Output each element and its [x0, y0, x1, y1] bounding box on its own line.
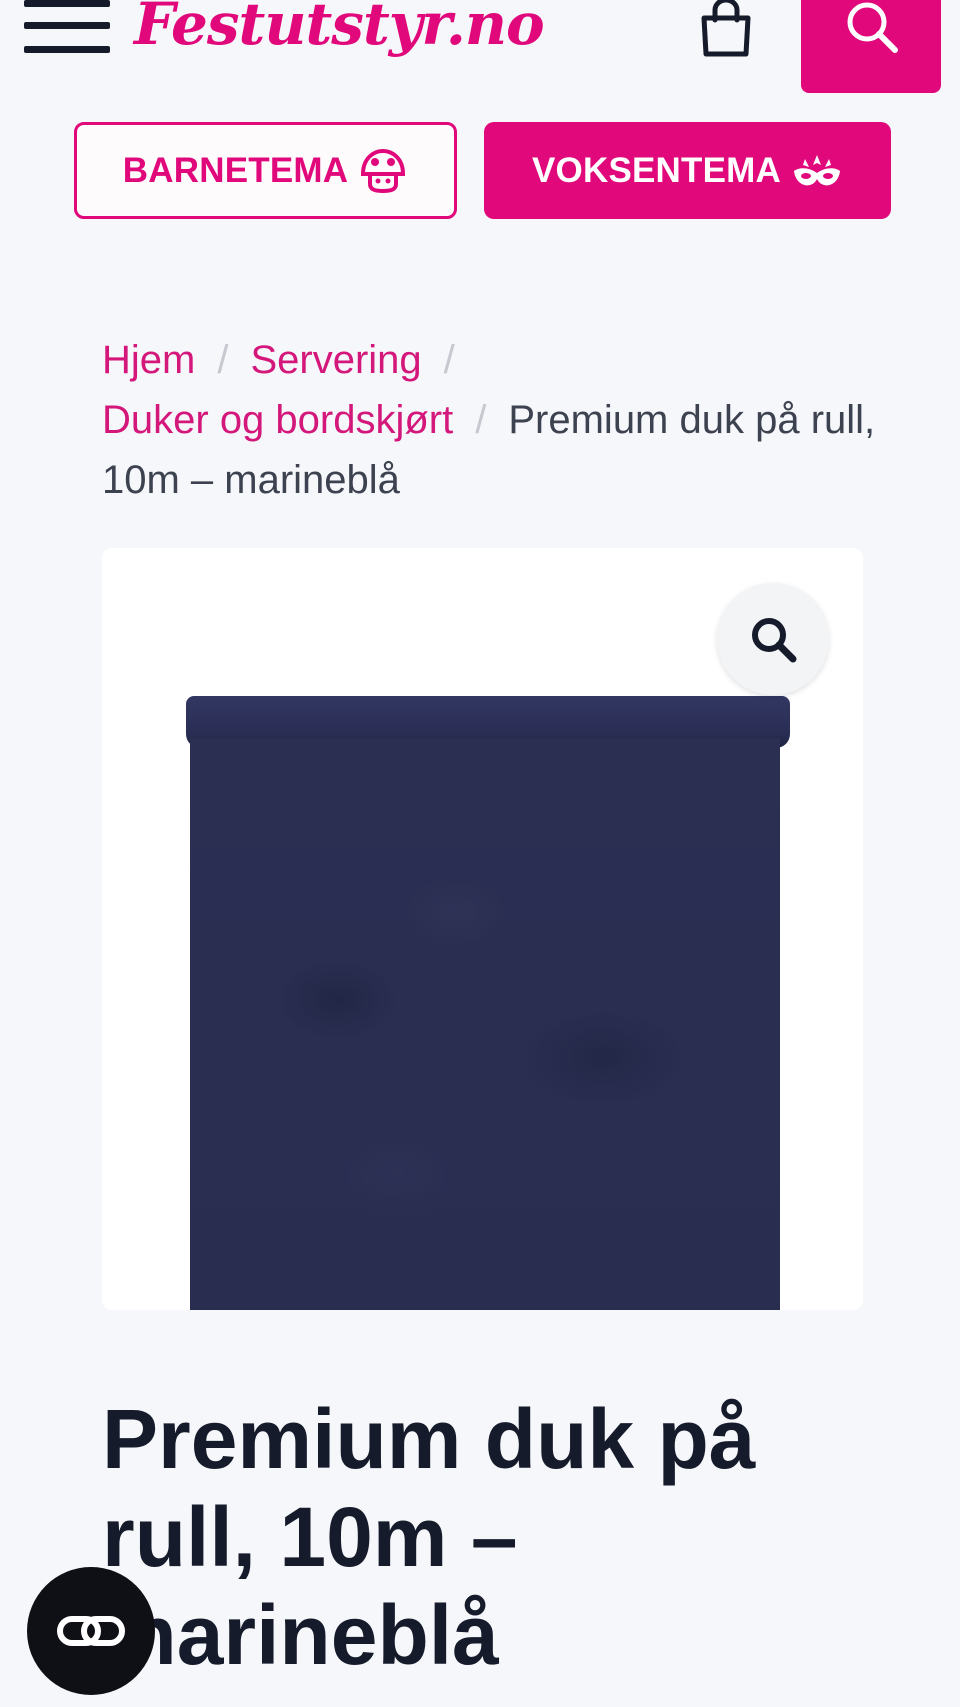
- search-icon: [847, 2, 898, 53]
- children-theme-button[interactable]: BARNETEMA: [74, 122, 457, 219]
- zoom-button[interactable]: [717, 583, 829, 695]
- shopping-bag-icon: [701, 0, 751, 57]
- theme-nav: BARNETEMA VOKSENTEMA: [0, 122, 960, 220]
- mushroom-face-icon: [358, 148, 408, 194]
- chat-link-icon: [57, 1616, 125, 1646]
- product-title: Premium duk på rull, 10m – marineblå: [102, 1392, 756, 1682]
- hamburger-line-3: [24, 46, 110, 53]
- breadcrumb-separator: /: [475, 398, 487, 442]
- adult-theme-button[interactable]: VOKSENTEMA: [484, 122, 891, 219]
- adult-theme-label: VOKSENTEMA: [532, 150, 781, 190]
- masquerade-mask-icon: [791, 151, 843, 191]
- breadcrumb: Hjem / Servering / Duker og bordskjørt / Premi…: [102, 330, 882, 510]
- children-theme-label: BARNETEMA: [122, 150, 349, 190]
- product-image[interactable]: [102, 548, 863, 1310]
- paper-roll-sheet: [190, 738, 780, 1310]
- site-logo[interactable]: Festutstyr.no: [134, 0, 545, 58]
- cart-button[interactable]: [696, 0, 760, 60]
- breadcrumb-home[interactable]: Hjem: [102, 338, 195, 382]
- breadcrumb-separator: /: [443, 338, 455, 382]
- breadcrumb-duker[interactable]: Duker og bordskjørt: [102, 398, 453, 442]
- hamburger-line-2: [24, 22, 110, 29]
- chat-button[interactable]: [27, 1567, 155, 1695]
- menu-button[interactable]: [24, 0, 110, 56]
- breadcrumb-servering[interactable]: Servering: [250, 338, 421, 382]
- magnifier-icon: [752, 618, 797, 663]
- breadcrumb-separator: /: [217, 338, 229, 382]
- hamburger-line-1: [24, 0, 110, 7]
- site-header: Festutstyr.no: [0, 0, 960, 100]
- search-button[interactable]: [801, 0, 941, 93]
